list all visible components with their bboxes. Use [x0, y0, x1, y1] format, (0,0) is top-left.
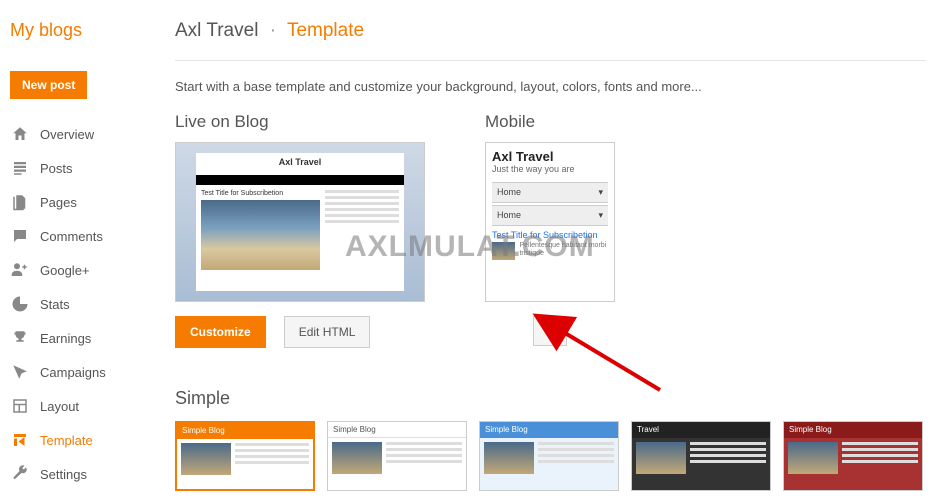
breadcrumb: Axl Travel · Template	[175, 20, 926, 42]
template-thumb[interactable]: Simple Blog	[175, 421, 315, 491]
mobile-preview[interactable]: Axl Travel Just the way you are Home▾ Ho…	[485, 142, 615, 302]
mobile-post-link: Test Title for Subscribetion	[492, 230, 608, 240]
sidebar-item-label: Comments	[40, 229, 103, 244]
sidebar-item-label: Stats	[40, 297, 70, 312]
mobile-blog-title: Axl Travel	[492, 149, 608, 164]
layout-icon	[10, 397, 30, 415]
sidebar-item-earnings[interactable]: Earnings	[10, 321, 165, 355]
posts-icon	[10, 159, 30, 177]
template-thumb[interactable]: Simple Blog	[479, 421, 619, 491]
mobile-settings-button[interactable]	[533, 316, 567, 346]
mobile-title: Mobile	[485, 112, 615, 132]
sidebar-item-posts[interactable]: Posts	[10, 151, 165, 185]
gallery-section-title: Simple	[175, 388, 926, 409]
sidebar-item-label: Campaigns	[40, 365, 106, 380]
mobile-excerpt: Pellentesque habitant morbi tristique	[519, 242, 608, 259]
preview-post-title: Test Title for Subscribetion	[201, 190, 320, 197]
sidebar-item-layout[interactable]: Layout	[10, 389, 165, 423]
my-blogs-title: My blogs	[10, 20, 165, 41]
divider	[175, 60, 926, 61]
home-icon	[10, 125, 30, 143]
sidebar-item-googleplus[interactable]: Google+	[10, 253, 165, 287]
desktop-preview[interactable]: Axl Travel Test Title for Subscribetion	[175, 142, 425, 302]
live-on-blog-title: Live on Blog	[175, 112, 425, 132]
template-thumb[interactable]: Simple Blog	[783, 421, 923, 491]
wrench-icon	[10, 465, 30, 483]
sidebar-item-label: Earnings	[40, 331, 91, 346]
sidebar-item-label: Overview	[40, 127, 94, 142]
sidebar-item-label: Pages	[40, 195, 77, 210]
template-icon	[10, 431, 30, 449]
campaigns-icon	[10, 363, 30, 381]
sidebar-item-label: Posts	[40, 161, 73, 176]
breadcrumb-sep: ·	[270, 20, 276, 41]
preview-blog-title: Axl Travel	[196, 153, 404, 175]
sidebar-item-label: Google+	[40, 263, 90, 278]
trophy-icon	[10, 329, 30, 347]
intro-text: Start with a base template and customize…	[175, 79, 926, 94]
sidebar-item-label: Layout	[40, 399, 79, 414]
template-thumb[interactable]: Simple Blog	[327, 421, 467, 491]
mobile-sub: Just the way you are	[492, 164, 608, 174]
new-post-button[interactable]: New post	[10, 71, 87, 99]
comments-icon	[10, 227, 30, 245]
edit-html-button[interactable]: Edit HTML	[284, 316, 371, 348]
customize-button[interactable]: Customize	[175, 316, 266, 348]
gear-icon	[542, 322, 558, 341]
sidebar-item-comments[interactable]: Comments	[10, 219, 165, 253]
stats-icon	[10, 295, 30, 313]
sidebar-item-settings[interactable]: Settings	[10, 457, 165, 491]
sidebar-item-label: Settings	[40, 467, 87, 482]
sidebar-item-pages[interactable]: Pages	[10, 185, 165, 219]
breadcrumb-blog[interactable]: Axl Travel	[175, 20, 258, 41]
sidebar-item-overview[interactable]: Overview	[10, 117, 165, 151]
pages-icon	[10, 193, 30, 211]
sidebar-item-label: Template	[40, 433, 93, 448]
template-thumb[interactable]: Travel	[631, 421, 771, 491]
sidebar-item-campaigns[interactable]: Campaigns	[10, 355, 165, 389]
mobile-dropdown: Home▾	[492, 182, 608, 203]
googleplus-icon	[10, 261, 30, 279]
sidebar-item-template[interactable]: Template	[10, 423, 165, 457]
sidebar-item-stats[interactable]: Stats	[10, 287, 165, 321]
breadcrumb-current: Template	[287, 20, 364, 41]
mobile-dropdown: Home▾	[492, 205, 608, 226]
